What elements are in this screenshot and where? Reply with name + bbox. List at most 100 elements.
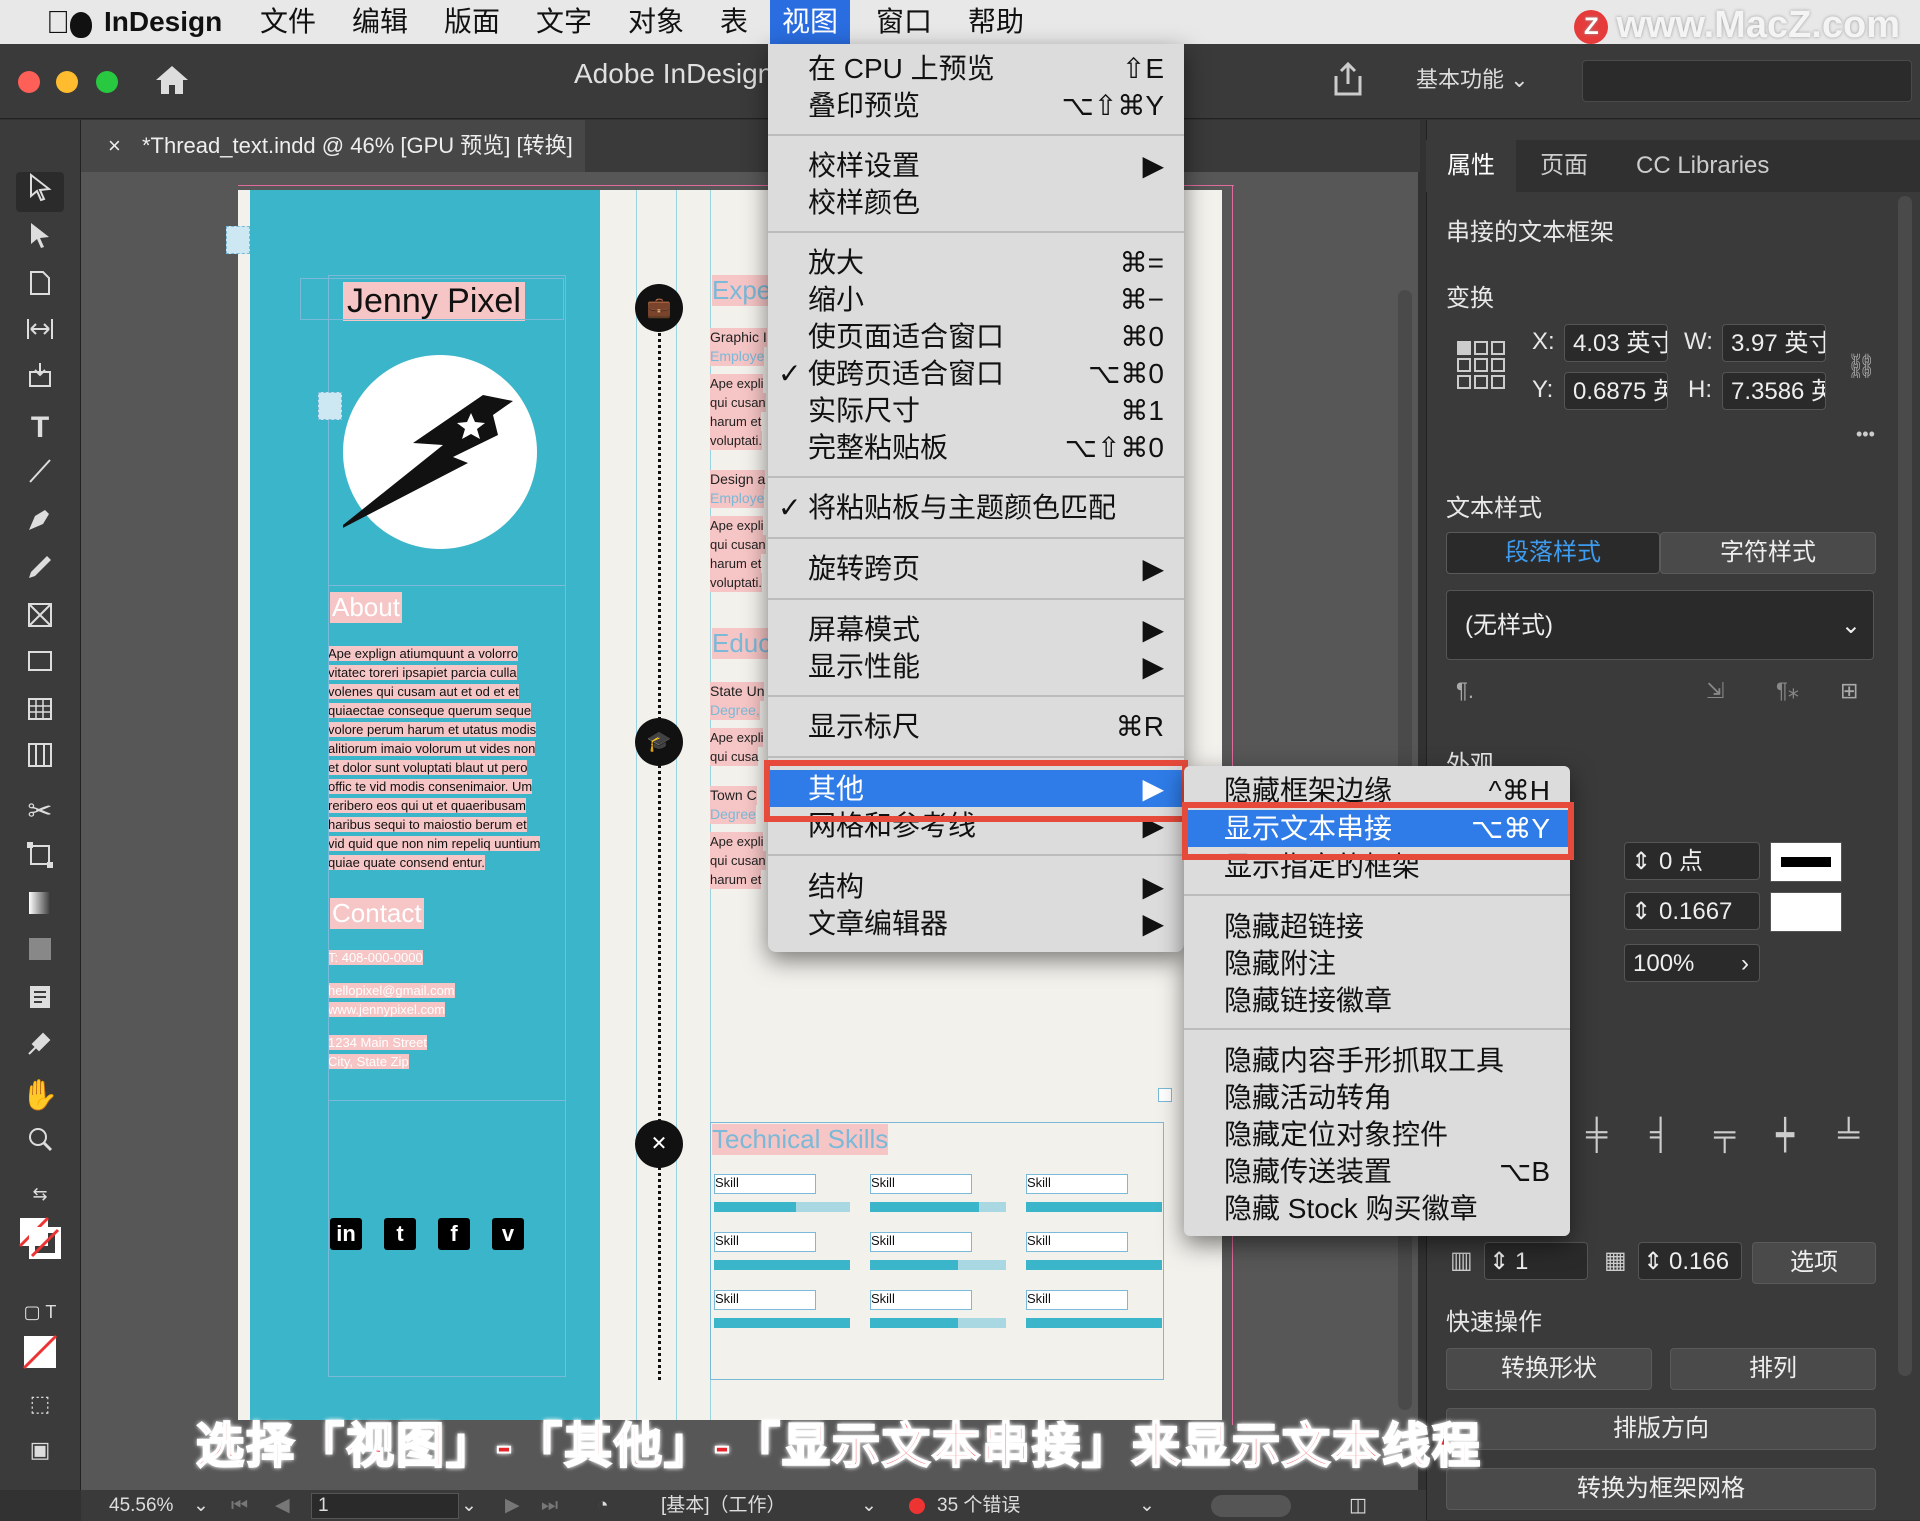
type-tool-icon[interactable]: T <box>16 408 64 448</box>
menu-file[interactable]: 文件 <box>248 0 328 44</box>
menu-item-cpu-preview[interactable]: 在 CPU 上预览 ⇧E <box>768 50 1184 87</box>
page-field[interactable]: 1 <box>311 1493 459 1519</box>
note-tool-icon[interactable] <box>16 982 64 1022</box>
menu-item-hide-hyperlinks[interactable]: 隐藏超链接 <box>1184 908 1570 945</box>
menu-item-hide-live-corners[interactable]: 隐藏活动转角 <box>1184 1079 1570 1116</box>
selection-tool-icon[interactable] <box>16 172 64 212</box>
style-dropdown[interactable]: (无样式) ⌄ <box>1446 590 1874 660</box>
chevron-down-icon[interactable]: ⌄ <box>1139 1490 1155 1521</box>
last-page-icon[interactable]: ⏭ <box>541 1490 558 1521</box>
w-field[interactable]: 3.97 英寸 <box>1722 324 1826 362</box>
share-icon[interactable] <box>1328 60 1368 100</box>
screen-mode-icon[interactable]: ▣ <box>16 1430 64 1470</box>
rectangle-tool-icon[interactable] <box>16 646 64 686</box>
align-right-icon[interactable]: ╡ <box>1650 1118 1671 1152</box>
menu-window[interactable]: 窗口 <box>864 0 944 44</box>
menu-help[interactable]: 帮助 <box>956 0 1036 44</box>
align-top-icon[interactable]: ╤ <box>1714 1118 1735 1152</box>
home-icon[interactable] <box>152 60 192 100</box>
menu-object[interactable]: 对象 <box>616 0 696 44</box>
menu-item-proof-setup[interactable]: 校样设置 ▶ <box>768 147 1184 184</box>
grid-tool-icon[interactable] <box>16 740 64 780</box>
zoom-tool-icon[interactable] <box>16 1124 64 1164</box>
options-button[interactable]: 选项 <box>1752 1242 1876 1284</box>
menu-item-show-rulers[interactable]: 显示标尺 ⌘R <box>768 708 1184 745</box>
tab-properties[interactable]: 属性 <box>1426 140 1516 192</box>
break-link-icon[interactable]: ¶⁎ <box>1776 678 1799 704</box>
menu-item-zoom-in[interactable]: 放大 ⌘= <box>768 244 1184 281</box>
menu-edit[interactable]: 编辑 <box>340 0 420 44</box>
menu-item-hide-notes[interactable]: 隐藏附注 <box>1184 945 1570 982</box>
pencil-tool-icon[interactable] <box>16 552 64 592</box>
menu-item-proof-colors[interactable]: 校样颜色 <box>768 184 1184 221</box>
gutter-field[interactable]: ⇕ 0.166 <box>1638 1242 1742 1280</box>
tab-cc-libraries[interactable]: CC Libraries <box>1636 140 1769 192</box>
new-style-icon[interactable]: ⊞ <box>1840 678 1858 704</box>
menu-item-display-performance[interactable]: 显示性能 ▶ <box>768 648 1184 685</box>
x-field[interactable]: 4.03 英寸 <box>1564 324 1668 362</box>
orientation-button[interactable]: 排版方向 <box>1446 1408 1876 1450</box>
next-page-icon[interactable]: ▶ <box>505 1490 520 1521</box>
menu-item-hide-conveyor[interactable]: 隐藏传送装置 ⌥B <box>1184 1153 1570 1190</box>
chevron-down-icon[interactable]: ⌄ <box>193 1490 209 1521</box>
gradient-swatch-tool-icon[interactable] <box>16 888 64 928</box>
split-view-icon[interactable]: ◫ <box>1349 1490 1367 1521</box>
zoom-window-button[interactable] <box>96 71 118 93</box>
menu-type[interactable]: 文字 <box>524 0 604 44</box>
table-tool-icon[interactable] <box>16 694 64 734</box>
menu-app-name[interactable]: InDesign <box>92 0 234 44</box>
search-input[interactable] <box>1582 60 1912 102</box>
constrain-proportions-icon[interactable]: ⛓ <box>1846 352 1876 381</box>
document-tab[interactable]: × *Thread_text.indd @ 46% [GPU 预览] [转换] <box>80 120 585 172</box>
formatting-container-icon[interactable]: ▢ T <box>16 1292 64 1332</box>
gradient-feather-tool-icon[interactable] <box>16 934 64 974</box>
menu-table[interactable]: 表 <box>708 0 760 44</box>
menu-view[interactable]: 视图 <box>770 0 851 44</box>
view-mode-icon[interactable]: ⬚ <box>16 1384 64 1424</box>
menu-item-fit-page[interactable]: 使页面适合窗口 ⌘0 <box>768 318 1184 355</box>
hand-tool-icon[interactable]: ✋ <box>16 1076 64 1116</box>
horizontal-scrollbar[interactable] <box>1211 1495 1291 1517</box>
menu-item-story-editor[interactable]: 文章编辑器 ▶ <box>768 905 1184 942</box>
menu-layout[interactable]: 版面 <box>432 0 512 44</box>
align-middle-icon[interactable]: ┿ <box>1776 1118 1794 1153</box>
close-window-button[interactable] <box>18 71 40 93</box>
clear-overrides-icon[interactable]: ⇲ <box>1706 678 1724 704</box>
convert-shape-button[interactable]: 转换形状 <box>1446 1348 1652 1390</box>
stroke-weight-field[interactable]: ⇕ 0 点 <box>1624 842 1760 880</box>
direct-selection-tool-icon[interactable] <box>16 220 64 260</box>
menu-item-hide-stock-badge[interactable]: 隐藏 Stock 购买徽章 <box>1184 1190 1570 1227</box>
more-options-icon[interactable]: ••• <box>1856 424 1875 445</box>
page-tool-icon[interactable] <box>16 268 64 308</box>
opacity-field[interactable]: 100% › <box>1624 944 1760 982</box>
menu-item-match-pasteboard[interactable]: ✓ 将粘贴板与主题颜色匹配 <box>768 489 1184 526</box>
first-page-icon[interactable]: ⏮ <box>231 1490 248 1521</box>
corner-field[interactable]: ⇕ 0.1667 <box>1624 892 1760 930</box>
line-tool-icon[interactable] <box>16 456 64 496</box>
align-bottom-icon[interactable]: ╧ <box>1838 1118 1859 1152</box>
corner-shape-swatch[interactable] <box>1770 892 1842 932</box>
menu-item-zoom-out[interactable]: 缩小 ⌘− <box>768 281 1184 318</box>
frame-handle[interactable] <box>1158 1088 1172 1102</box>
menu-item-hide-anchored-controls[interactable]: 隐藏定位对象控件 <box>1184 1116 1570 1153</box>
chevron-down-icon[interactable]: ⌄ <box>861 1490 877 1521</box>
menu-item-entire-pasteboard[interactable]: 完整粘贴板 ⌥⇧⌘0 <box>768 429 1184 466</box>
lock-icon[interactable] <box>318 392 342 420</box>
menu-item-overprint-preview[interactable]: 叠印预览 ⌥⇧⌘Y <box>768 87 1184 124</box>
menu-item-screen-mode[interactable]: 屏幕模式 ▶ <box>768 611 1184 648</box>
menu-item-actual-size[interactable]: 实际尺寸 ⌘1 <box>768 392 1184 429</box>
y-field[interactable]: 0.6875 英 <box>1564 372 1668 410</box>
menu-item-rotate-spread[interactable]: 旋转跨页 ▶ <box>768 550 1184 587</box>
panel-scrollbar[interactable] <box>1898 196 1912 1376</box>
columns-field[interactable]: ⇕ 1 <box>1484 1242 1588 1280</box>
gap-tool-icon[interactable] <box>16 314 64 354</box>
close-tab-icon[interactable]: × <box>108 120 121 172</box>
content-collector-tool-icon[interactable] <box>16 360 64 400</box>
free-transform-tool-icon[interactable] <box>16 840 64 880</box>
menu-item-hide-content-grabber[interactable]: 隐藏内容手形抓取工具 <box>1184 1042 1570 1079</box>
zoom-level[interactable]: 45.56% <box>109 1490 173 1521</box>
pen-tool-icon[interactable] <box>16 504 64 544</box>
convert-to-frame-grid-button[interactable]: 转换为框架网格 <box>1446 1468 1876 1510</box>
tab-pages[interactable]: 页面 <box>1540 140 1588 192</box>
fill-stroke-swatch-icon[interactable] <box>16 1216 64 1259</box>
